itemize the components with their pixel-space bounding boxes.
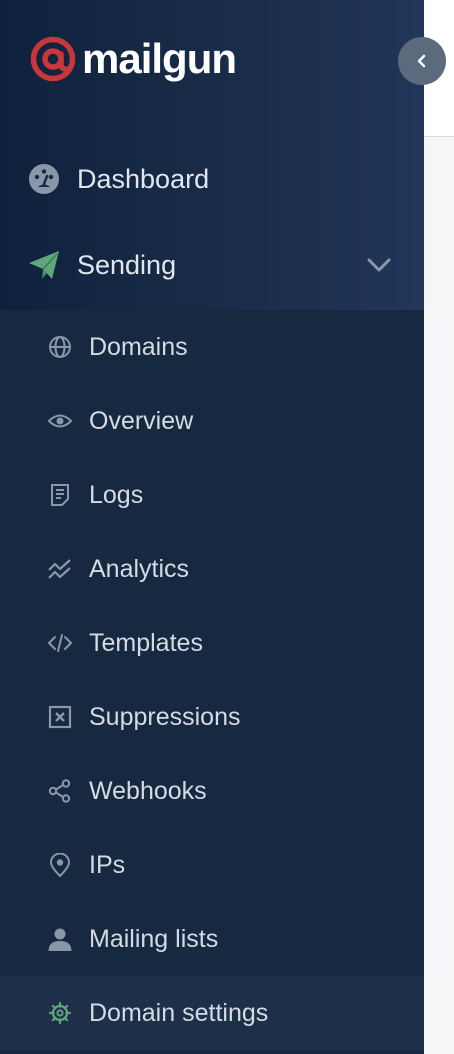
x-square-icon (48, 705, 72, 729)
globe-icon (49, 336, 71, 358)
nav-dashboard[interactable]: Dashboard (0, 151, 424, 207)
mailgun-logo[interactable]: mailgun (28, 34, 237, 84)
code-icon (48, 634, 72, 652)
trend-chart-icon (48, 559, 71, 579)
dashboard-gauge-icon (29, 164, 59, 194)
chevron-down-icon[interactable] (366, 254, 392, 276)
eye-icon (48, 414, 72, 428)
sidebar-item-label: IPs (89, 851, 126, 879)
collapse-sidebar-button[interactable] (398, 37, 446, 85)
gear-icon (48, 1001, 72, 1025)
sidebar-item-label: Templates (89, 629, 203, 657)
sidebar-item-ips[interactable]: IPs (0, 828, 424, 902)
nav-sending[interactable]: Sending (0, 237, 424, 293)
sidebar-item-suppressions[interactable]: Suppressions (0, 680, 424, 754)
sidebar-item-label: Domains (89, 333, 188, 361)
sidebar-item-domain-settings[interactable]: Domain settings (0, 976, 424, 1050)
user-icon (48, 928, 72, 951)
sidebar-item-label: Webhooks (89, 777, 207, 805)
main-content-area (424, 0, 454, 1054)
sidebar-item-label: Overview (89, 407, 194, 435)
sidebar-item-label: Analytics (89, 555, 190, 583)
sidebar: mailgun Dashboard Sending Domains Overvi… (0, 0, 424, 1054)
nav-sending-label: Sending (77, 250, 177, 280)
sidebar-item-domains[interactable]: Domains (0, 310, 424, 384)
sidebar-item-label: Suppressions (89, 703, 241, 731)
chevron-left-icon (417, 54, 426, 68)
mailgun-at-icon (30, 36, 76, 82)
location-pin-icon (49, 853, 71, 877)
sidebar-item-label: Logs (89, 481, 144, 509)
document-icon (51, 484, 69, 506)
sidebar-item-logs[interactable]: Logs (0, 458, 424, 532)
sidebar-item-overview[interactable]: Overview (0, 384, 424, 458)
sidebar-item-label: Domain settings (89, 999, 269, 1027)
paper-plane-icon (29, 251, 59, 279)
sidebar-item-mailing-lists[interactable]: Mailing lists (0, 902, 424, 976)
share-nodes-icon (48, 779, 71, 803)
sidebar-item-analytics[interactable]: Analytics (0, 532, 424, 606)
sidebar-item-webhooks[interactable]: Webhooks (0, 754, 424, 828)
sidebar-item-label: Mailing lists (89, 925, 219, 953)
nav-dashboard-label: Dashboard (77, 164, 210, 194)
brand-name: mailgun (82, 35, 237, 82)
sidebar-item-templates[interactable]: Templates (0, 606, 424, 680)
